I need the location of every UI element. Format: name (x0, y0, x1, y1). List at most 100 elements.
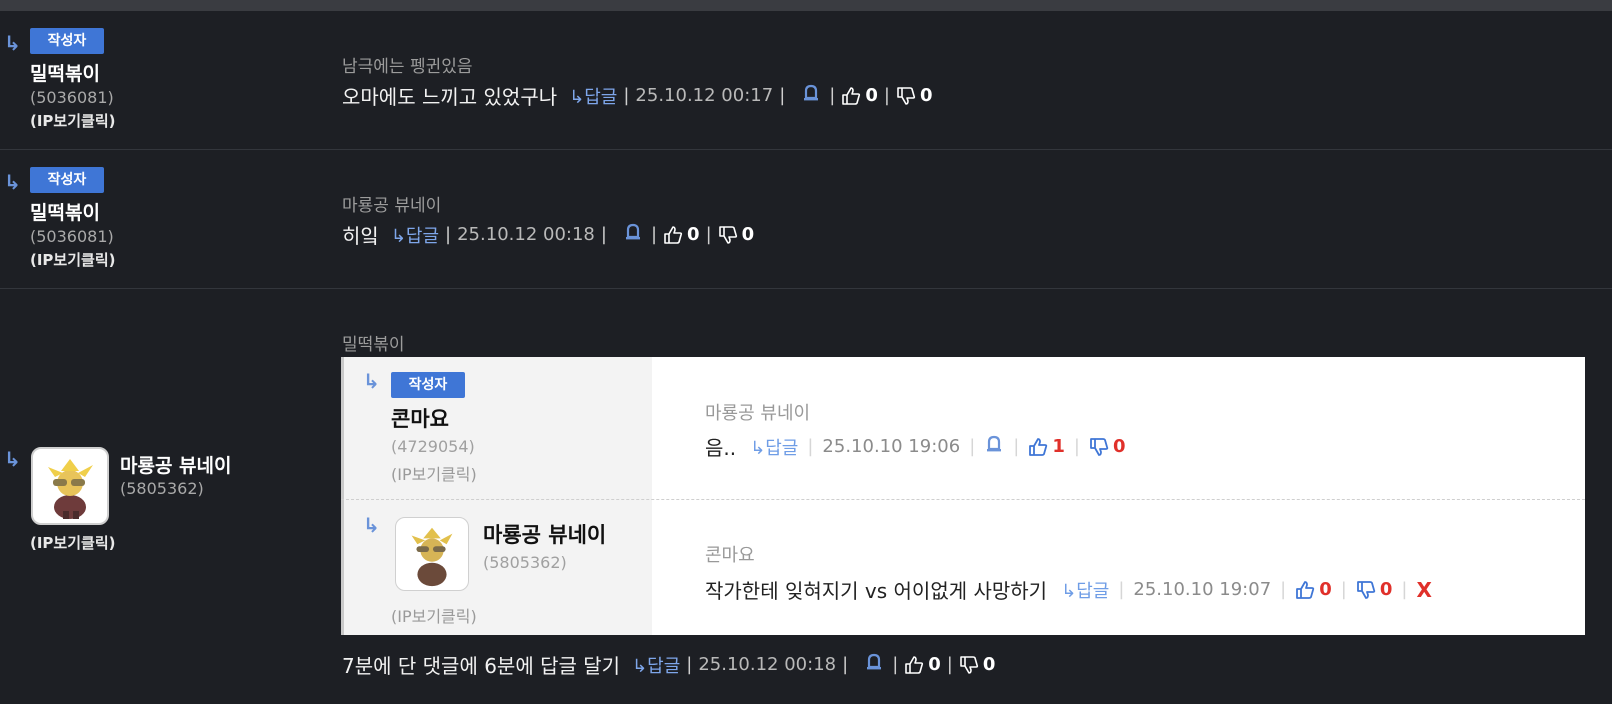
reply-label[interactable]: 답글 (765, 438, 798, 459)
reply-arrow-icon: ↳ (4, 447, 21, 471)
author-badge: 작성자 (30, 28, 104, 54)
reply-arrow-icon: ↳ (363, 513, 380, 537)
reply-label[interactable]: 답글 (647, 656, 680, 677)
like-button[interactable]: 0 (663, 224, 700, 245)
comment-text: 7분에 단 댓글에 6분에 답글 달기 (342, 654, 621, 678)
delete-button[interactable]: X (1416, 578, 1431, 602)
quoted-comments-box: ↳ 작성자 콘마요 (4729054) (IP보기클릭) 마룡공 뷰네이 음..… (341, 357, 1585, 635)
separator: | (1118, 579, 1125, 600)
username[interactable]: 밀떡볶이 (30, 59, 100, 86)
username[interactable]: 마룡공 뷰네이 (483, 519, 606, 549)
bell-icon[interactable] (623, 222, 645, 247)
separator: | (686, 654, 693, 675)
comment-line: 7분에 단 댓글에 6분에 답글 달기 ↳답글 | 25.10.12 00:18… (342, 650, 995, 679)
dislike-button[interactable]: 0 (1089, 436, 1125, 457)
thumbs-up-icon (905, 655, 924, 674)
like-count: 0 (1319, 579, 1332, 600)
like-button[interactable]: 0 (1295, 579, 1332, 600)
comment-text: 오마에도 느끼고 있었구나 (342, 85, 558, 109)
avatar-icon[interactable] (31, 447, 109, 525)
bell-icon[interactable] (801, 83, 823, 108)
comment-text: 히잌 (342, 224, 379, 248)
separator: | (1073, 436, 1080, 457)
like-button[interactable]: 0 (904, 654, 941, 675)
reply-button[interactable]: ↳답글 (1061, 577, 1109, 603)
dislike-count: 0 (982, 654, 996, 675)
separator: | (946, 654, 953, 675)
separator: | (445, 224, 452, 245)
separator: | (842, 654, 849, 675)
ip-view-link[interactable]: (IP보기클릭) (30, 532, 116, 553)
username[interactable]: 콘마요 (391, 403, 449, 433)
reply-target: 밀떡볶이 (342, 335, 405, 355)
thumbs-up-icon (1296, 580, 1315, 599)
author-badge: 작성자 (30, 167, 104, 193)
separator: | (829, 85, 836, 106)
comment-date: 25.10.10 19:07 (1133, 579, 1272, 600)
ip-view-link[interactable]: (IP보기클릭) (30, 249, 116, 270)
separator: | (969, 436, 976, 457)
dislike-button[interactable]: 0 (1356, 579, 1393, 600)
thumbs-down-icon (718, 225, 737, 244)
reply-button[interactable]: ↳답글 (391, 222, 439, 248)
separator: | (1401, 579, 1408, 600)
bell-icon[interactable] (864, 652, 886, 677)
comment-line: 오마에도 느끼고 있었구나 ↳답글 | 25.10.12 00:17 | | 0… (342, 81, 932, 110)
separator: | (1280, 579, 1287, 600)
comment-date: 25.10.12 00:18 (457, 224, 595, 245)
separator: | (779, 85, 786, 106)
like-count: 0 (928, 654, 941, 675)
reply-label[interactable]: 답글 (584, 87, 617, 108)
reply-arrow-icon: ↳ (4, 170, 21, 194)
like-button[interactable]: 1 (1028, 436, 1065, 457)
ip-view-link[interactable]: (IP보기클릭) (391, 603, 477, 627)
reply-label[interactable]: 답글 (406, 226, 439, 247)
thumbs-down-icon (1090, 437, 1109, 456)
comment-line: 작가한테 잊혀지기 vs 어이없게 사망하기 ↳답글 | 25.10.10 19… (705, 575, 1432, 604)
username[interactable]: 밀떡볶이 (30, 198, 100, 225)
separator: | (883, 85, 890, 106)
dislike-button[interactable]: 0 (896, 85, 932, 106)
comment-row: ↳ 작성자 밀떡볶이 (5036081) (IP보기클릭) 마룡공 뷰네이 히잌… (0, 150, 1612, 289)
reply-target: 마룡공 뷰네이 (705, 403, 811, 424)
thumbs-up-icon (664, 225, 683, 244)
separator: | (1340, 579, 1347, 600)
bell-icon[interactable] (984, 434, 1004, 459)
comment-date: 25.10.12 00:17 (635, 85, 774, 106)
thumbs-down-icon (897, 86, 916, 105)
user-id: (5805362) (120, 479, 204, 498)
avatar-icon[interactable] (395, 517, 469, 591)
dislike-count: 0 (1379, 579, 1393, 600)
reply-target: 남극에는 펭귄있음 (342, 57, 473, 77)
thumbs-up-icon (842, 86, 861, 105)
dislike-button[interactable]: 0 (718, 224, 754, 245)
separator: | (623, 85, 630, 106)
user-id: (5805362) (483, 553, 567, 572)
user-id: (4729054) (391, 437, 475, 456)
reply-target: 콘마요 (705, 545, 755, 566)
user-id: (5036081) (30, 227, 114, 246)
thumbs-down-icon (1356, 580, 1376, 599)
like-count: 1 (1052, 436, 1065, 457)
comment-line: 음.. ↳답글 | 25.10.10 19:06 | | 1 | 0 (705, 432, 1125, 461)
reply-button[interactable]: ↳답글 (569, 83, 617, 109)
separator: | (650, 224, 658, 245)
separator: | (807, 436, 814, 457)
ip-view-link[interactable]: (IP보기클릭) (391, 461, 477, 485)
user-id: (5036081) (30, 88, 114, 107)
comment-line: 히잌 ↳답글 | 25.10.12 00:18 | | 0 | 0 (342, 220, 754, 249)
reply-arrow-icon: ↳ (363, 369, 380, 393)
dislike-button[interactable]: 0 (959, 654, 996, 675)
ip-view-link[interactable]: (IP보기클릭) (30, 110, 116, 131)
comment-date: 25.10.12 00:18 (698, 654, 837, 675)
top-bar (0, 0, 1612, 11)
comment-row: ↳ 작성자 밀떡볶이 (5036081) (IP보기클릭) 남극에는 펭귄있음 … (0, 11, 1612, 150)
like-count: 0 (687, 224, 700, 245)
like-button[interactable]: 0 (841, 85, 878, 106)
username[interactable]: 마룡공 뷰네이 (120, 451, 232, 478)
reply-label[interactable]: 답글 (1076, 581, 1109, 602)
reply-button[interactable]: ↳답글 (632, 652, 680, 678)
reply-button[interactable]: ↳답글 (750, 434, 798, 460)
comment-date: 25.10.10 19:06 (822, 436, 961, 457)
thumbs-up-icon (1029, 437, 1048, 456)
